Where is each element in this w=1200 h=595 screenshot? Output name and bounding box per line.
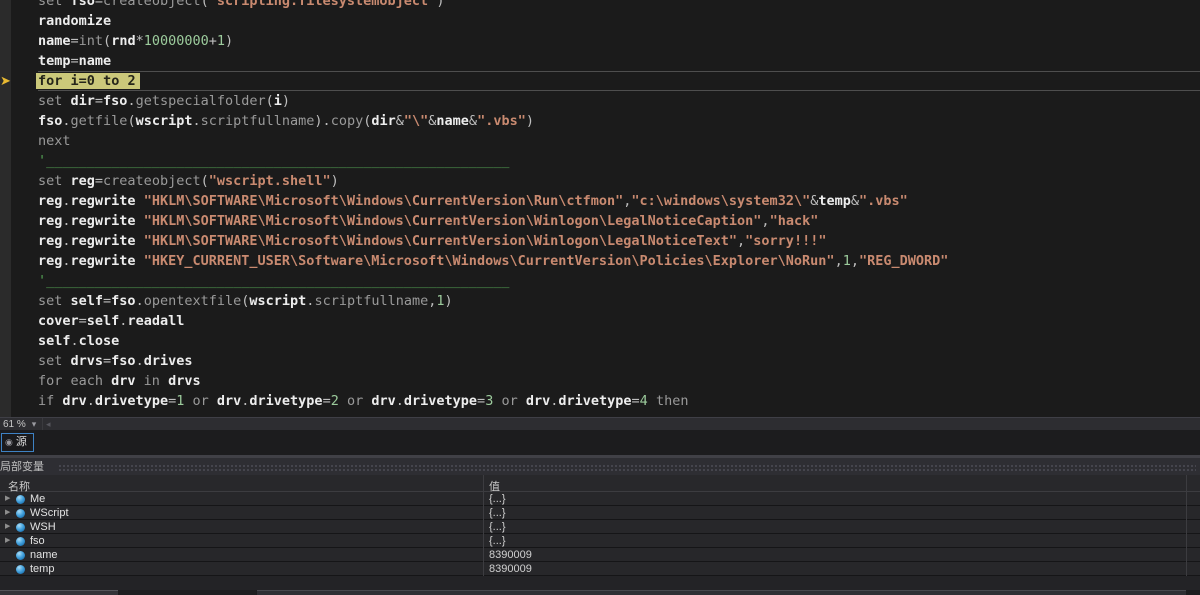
code-line[interactable]: '_______________________________________… [38,151,1200,171]
code-lines: set fso=createobject("scripting.filesyst… [0,0,1200,411]
tab-source[interactable]: ◉ 源 [1,433,34,452]
variable-icon [16,550,25,560]
code-line[interactable]: reg.regwrite "HKLM\SOFTWARE\Microsoft\Wi… [38,191,1200,211]
column-divider[interactable] [483,475,484,576]
zoom-level-value: 61 % [3,419,26,430]
horizontal-scrollbar[interactable]: ◂ [42,418,1200,430]
variable-name: temp [30,563,55,575]
expander-icon[interactable]: ▶ [5,495,13,503]
expander-icon[interactable]: ▶ [5,523,13,531]
code-line[interactable]: fso.getfile(wscript.scriptfullname).copy… [38,111,1200,131]
current-statement-highlight: for i=0 to 2 [36,73,140,89]
locals-panel: 局部变量 名称 值 ▶ Me {...} ▶ WScript {...} ▶ WSH {...}… [0,455,1200,595]
bottom-tab-row: ◉ 源 [0,430,1200,455]
code-line[interactable]: for each drv in drvs [38,371,1200,391]
code-line[interactable]: next [38,131,1200,151]
code-line[interactable]: if drv.drivetype=1 or drv.drivetype=2 or… [38,391,1200,411]
locals-table-header: 名称 值 [0,475,1200,493]
code-line[interactable]: reg.regwrite "HKLM\SOFTWARE\Microsoft\Wi… [38,231,1200,251]
code-line[interactable]: reg.regwrite "HKLM\SOFTWARE\Microsoft\Wi… [38,211,1200,231]
bottom-tab-2[interactable] [120,590,256,595]
code-editor[interactable]: set fso=createobject("scripting.filesyst… [0,0,1200,417]
variable-value: 8390009 [489,563,532,575]
chevron-down-icon: ▾ [31,419,37,429]
zoom-level-dropdown[interactable]: 61 % ▾ [3,418,36,430]
current-statement-arrow-icon[interactable]: ➤ [0,73,12,89]
variable-row[interactable]: ▶ WSH {...} [0,520,1200,534]
code-line[interactable]: set self=fso.opentextfile(wscript.script… [38,291,1200,311]
eye-icon: ◉ [5,437,13,447]
bottom-tab-1[interactable] [0,590,118,595]
variable-row[interactable]: ▶ fso {...} [0,534,1200,548]
panel-bottom-tabs [0,590,1200,595]
variable-icon [16,494,25,504]
variable-row[interactable]: temp 8390009 [0,562,1200,576]
code-line[interactable]: '_______________________________________… [38,271,1200,291]
expander-icon[interactable]: ▶ [5,509,13,517]
code-line[interactable]: randomize [38,11,1200,31]
code-line[interactable]: cover=self.readall [38,311,1200,331]
variable-icon [16,536,25,546]
variable-row[interactable]: ▶ Me {...} [0,492,1200,506]
column-divider-right[interactable] [1186,475,1187,576]
variable-icon [16,508,25,518]
code-line-current[interactable]: for i=0 to 2 [36,71,1200,91]
code-line[interactable]: set dir=fso.getspecialfolder(i) [38,91,1200,111]
editor-status-bar: 61 % ▾ ◂ [0,417,1200,430]
bottom-scrollbar[interactable] [257,590,1186,595]
ide-debug-screen: set fso=createobject("scripting.filesyst… [0,0,1200,595]
variable-name: WSH [30,521,56,533]
code-line[interactable]: self.close [38,331,1200,351]
variable-name: WScript [30,507,69,519]
code-line[interactable]: set fso=createobject("scripting.filesyst… [38,0,1200,11]
code-line[interactable]: set drvs=fso.drives [38,351,1200,371]
variable-name: fso [30,535,45,547]
variable-value: 8390009 [489,549,532,561]
code-line[interactable]: reg.regwrite "HKEY_CURRENT_USER\Software… [38,251,1200,271]
code-line[interactable]: set reg=createobject("wscript.shell") [38,171,1200,191]
code-line[interactable]: temp=name [38,51,1200,71]
variable-icon [16,522,25,532]
locals-rows: ▶ Me {...} ▶ WScript {...} ▶ WSH {...} ▶ fso {...} n… [0,492,1200,576]
variable-row[interactable]: name 8390009 [0,548,1200,562]
expander-icon[interactable]: ▶ [5,537,13,545]
variable-name: name [30,549,58,561]
variable-row[interactable]: ▶ WScript {...} [0,506,1200,520]
scroll-left-icon[interactable]: ◂ [46,418,51,430]
panel-title: 局部变量 [0,461,44,473]
variable-name: Me [30,493,46,505]
variable-value: {...} [489,535,506,547]
code-line[interactable]: name=int(rnd*10000000+1) [38,31,1200,51]
locals-panel-header: 局部变量 [0,458,1200,475]
variable-value: {...} [489,507,506,519]
variable-value: {...} [489,493,506,505]
dock-grip[interactable] [58,464,1196,471]
tab-source-label: 源 [15,436,27,448]
variable-icon [16,564,25,574]
variable-value: {...} [489,521,506,533]
